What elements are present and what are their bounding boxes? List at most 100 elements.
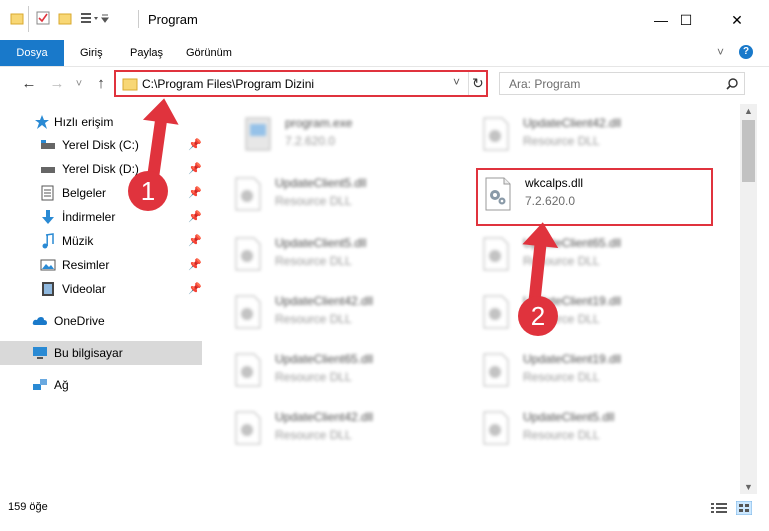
file-item[interactable]: UpdateClient42.dll Resource DLL xyxy=(205,402,435,452)
close-button[interactable]: ✕ xyxy=(717,8,757,32)
file-description: Resource DLL xyxy=(275,194,352,208)
pin-icon[interactable]: 📌 xyxy=(188,186,202,199)
download-icon xyxy=(42,210,54,224)
properties-button[interactable] xyxy=(36,11,50,25)
dll-file-icon xyxy=(483,353,509,387)
list-dropdown-icon xyxy=(81,13,109,23)
cloud-icon xyxy=(32,317,47,325)
pin-icon[interactable]: 📌 xyxy=(188,210,202,223)
checkmark-icon xyxy=(36,11,50,25)
dll-file-icon xyxy=(235,353,261,387)
tab-paylas[interactable]: Paylaş xyxy=(130,40,163,66)
window-title: Program xyxy=(148,12,198,27)
up-button[interactable]: ↑ xyxy=(90,73,112,95)
file-list: program.exe 7.2.620.0 UpdateClient42.dll… xyxy=(205,104,740,494)
vertical-scrollbar[interactable]: ▲ ▼ xyxy=(740,104,757,494)
file-item[interactable]: UpdateClient19.dll Resource DLL xyxy=(453,344,683,394)
file-description: Resource DLL xyxy=(275,428,352,442)
refresh-button[interactable]: ↻ xyxy=(472,75,484,92)
address-dropdown-button[interactable]: ˅ xyxy=(453,75,460,89)
customize-toolbar-button[interactable] xyxy=(80,11,110,25)
title-bar: Program — ☐ ✕ xyxy=(0,0,769,40)
recent-locations-button[interactable]: ˅ xyxy=(68,73,90,95)
drive-icon xyxy=(41,140,55,149)
dll-file-icon xyxy=(483,117,509,151)
documents-icon xyxy=(41,185,54,201)
network-icon xyxy=(33,379,47,390)
file-item[interactable]: UpdateClient5.dll Resource DLL xyxy=(205,228,435,278)
quick-access-toolbar xyxy=(10,11,24,25)
sidebar-item-label: Belgeler xyxy=(62,186,107,200)
search-icon[interactable] xyxy=(726,78,738,90)
folder-icon xyxy=(10,13,24,25)
file-item[interactable]: UpdateClient5.dll Resource DLL xyxy=(453,402,683,452)
help-icon[interactable]: ? xyxy=(739,45,753,59)
pin-icon[interactable]: 📌 xyxy=(188,282,202,295)
dll-file-icon xyxy=(483,411,509,445)
computer-icon xyxy=(33,347,47,359)
sidebar-item-label: Resimler xyxy=(62,258,110,272)
sidebar-item-onedrive[interactable]: OneDrive xyxy=(0,309,202,333)
file-name: UpdateClient19.dll xyxy=(523,352,622,366)
file-description: Resource DLL xyxy=(275,312,352,326)
file-name: UpdateClient42.dll xyxy=(523,116,622,130)
pictures-icon xyxy=(40,259,56,271)
sidebar-item-label: Ağ xyxy=(54,378,69,392)
file-item[interactable]: UpdateClient65.dll Resource DLL xyxy=(205,344,435,394)
sidebar-item-this-pc[interactable]: Bu bilgisayar xyxy=(0,341,202,365)
sidebar-item-label: Bu bilgisayar xyxy=(54,346,123,360)
tab-giris[interactable]: Giriş xyxy=(80,40,103,66)
pin-icon[interactable]: 📌 xyxy=(188,258,202,271)
back-button[interactable]: ← xyxy=(18,73,40,95)
file-name: UpdateClient42.dll xyxy=(275,294,374,308)
file-description: Resource DLL xyxy=(275,370,352,384)
details-view-icon[interactable] xyxy=(711,502,727,514)
sidebar-item-label: Videolar xyxy=(62,282,106,296)
file-item[interactable]: UpdateClient65.dll Resource DLL xyxy=(453,228,683,278)
file-description: Resource DLL xyxy=(523,134,600,148)
sidebar-item-music[interactable]: Müzik 📌 xyxy=(0,229,202,253)
address-path[interactable]: C:\Program Files\Program Dizini xyxy=(142,77,314,91)
dll-file-icon xyxy=(235,237,261,271)
dll-file-icon xyxy=(235,295,261,329)
file-name: program.exe xyxy=(285,116,353,130)
sidebar-item-downloads[interactable]: İndirmeler 📌 xyxy=(0,205,202,229)
file-name: UpdateClient42.dll xyxy=(275,410,374,424)
maximize-button[interactable]: ☐ xyxy=(666,8,706,32)
search-input[interactable]: Ara: Program xyxy=(509,77,580,91)
step-badge-1: 1 xyxy=(128,171,168,211)
search-box[interactable]: Ara: Program xyxy=(499,72,745,95)
file-item[interactable]: UpdateClient42.dll Resource DLL xyxy=(205,286,435,336)
pin-icon[interactable]: 📌 xyxy=(188,162,202,175)
ribbon: Dosya Giriş Paylaş Görünüm ˅ ? xyxy=(0,40,769,67)
new-folder-button[interactable] xyxy=(58,11,72,25)
tab-gorunum[interactable]: Görünüm xyxy=(186,40,232,66)
sidebar-item-network[interactable]: Ağ xyxy=(0,373,202,397)
pin-icon[interactable]: 📌 xyxy=(188,234,202,247)
file-name: UpdateClient5.dll xyxy=(275,176,367,190)
file-item[interactable]: UpdateClient19.dll Resource DLL xyxy=(453,286,683,336)
video-icon xyxy=(42,282,54,296)
scroll-down-icon[interactable]: ▼ xyxy=(744,482,753,492)
file-description: Resource DLL xyxy=(275,254,352,268)
scrollbar-thumb[interactable] xyxy=(742,120,755,182)
pin-icon[interactable]: 📌 xyxy=(188,138,202,151)
drive-icon xyxy=(41,167,55,173)
folder-icon xyxy=(58,13,72,25)
forward-button[interactable]: → xyxy=(46,73,68,95)
sidebar-item-pictures[interactable]: Resimler 📌 xyxy=(0,253,202,277)
file-item[interactable]: UpdateClient42.dll Resource DLL xyxy=(453,108,683,158)
sidebar-item-videos[interactable]: Videolar 📌 xyxy=(0,277,202,301)
file-name: UpdateClient5.dll xyxy=(275,236,367,250)
file-item[interactable]: program.exe 7.2.620.0 xyxy=(215,108,445,158)
ribbon-expand-icon[interactable]: ˅ xyxy=(717,45,724,59)
file-item[interactable]: UpdateClient5.dll Resource DLL xyxy=(205,168,435,218)
scroll-up-icon[interactable]: ▲ xyxy=(744,106,753,116)
sidebar-item-label: Hızlı erişim xyxy=(54,115,114,129)
tab-dosya[interactable]: Dosya xyxy=(0,40,64,66)
large-icons-view-icon[interactable] xyxy=(736,501,752,515)
file-description: Resource DLL xyxy=(523,428,600,442)
status-bar: 159 öğe xyxy=(0,494,769,521)
sidebar-item-label: İndirmeler xyxy=(62,210,116,224)
item-count: 159 öğe xyxy=(8,501,48,513)
